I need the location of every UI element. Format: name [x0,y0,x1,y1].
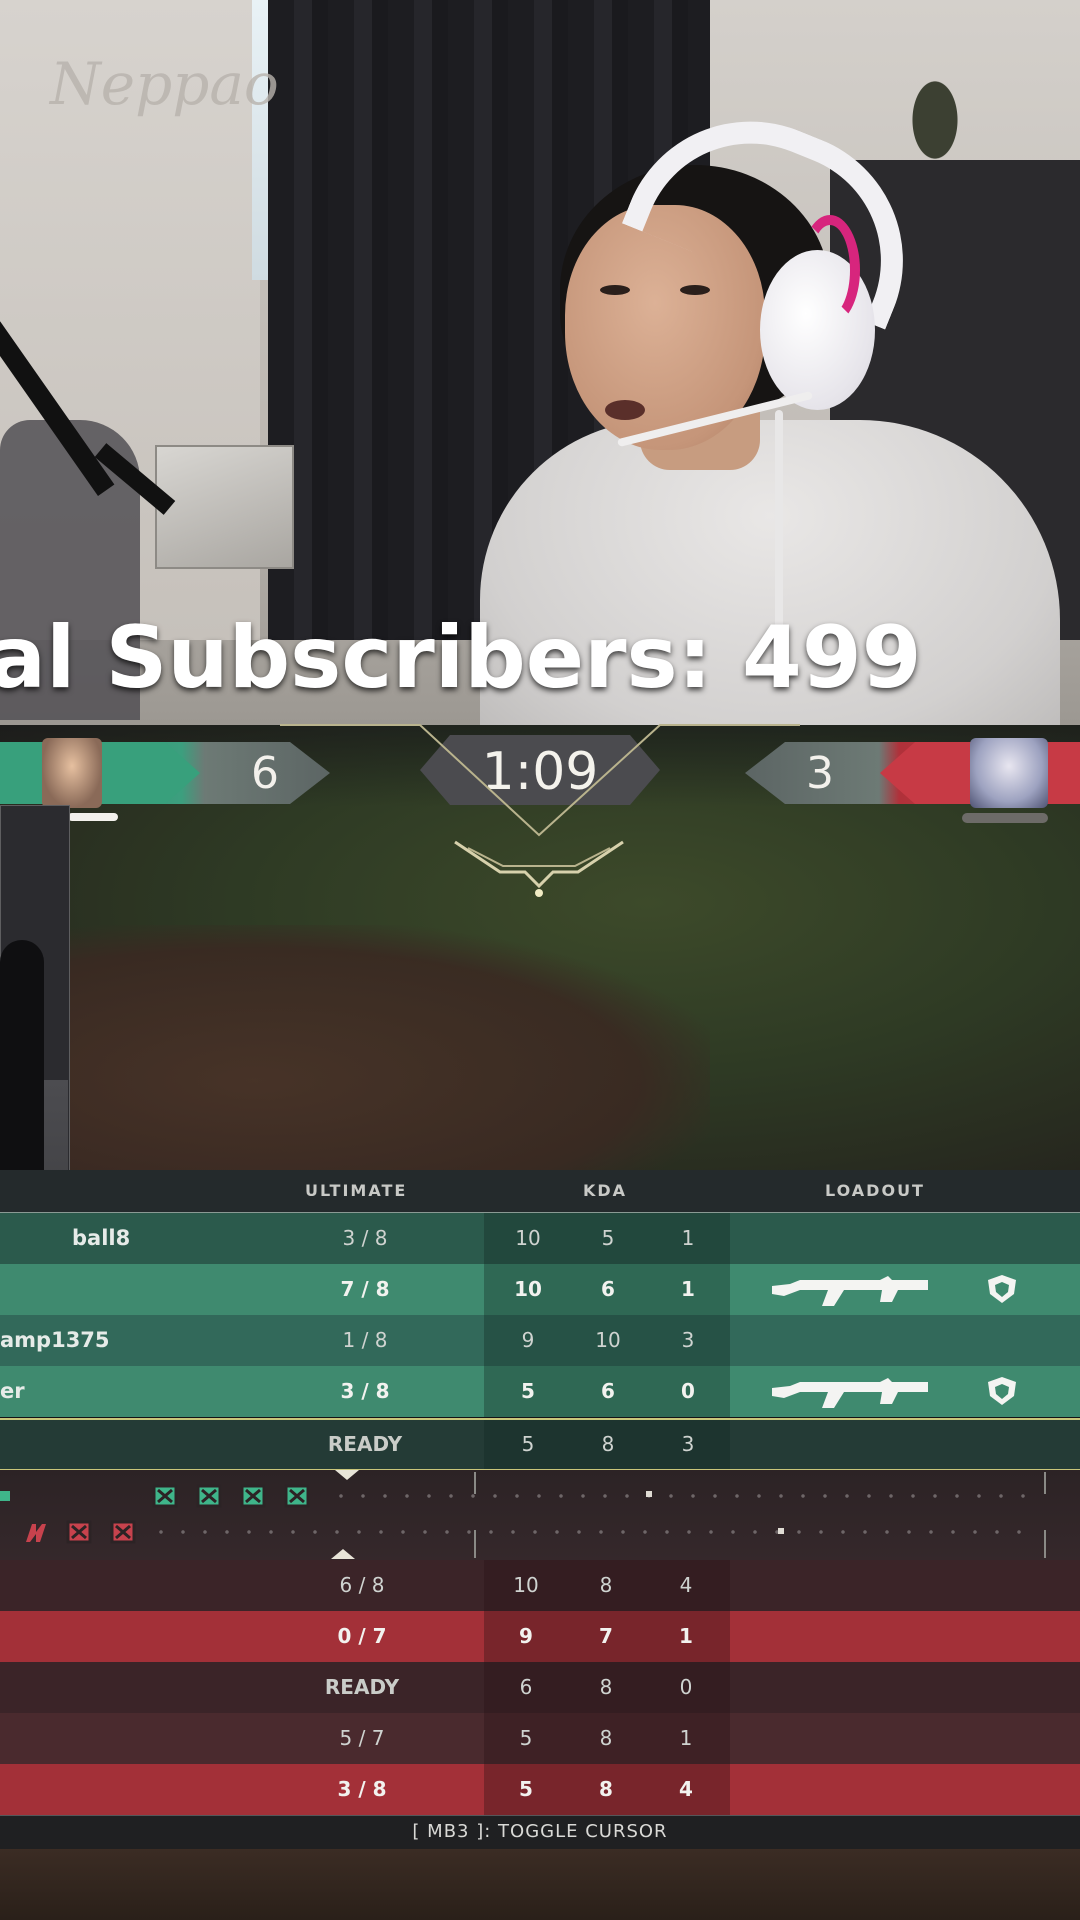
ult-points: READY [324,1675,400,1699]
wall-sign: Neppao [50,50,279,118]
kills: 10 [514,1277,542,1301]
ult-points: 3 / 8 [340,1379,390,1403]
shield-icon [988,1275,1016,1303]
half-divider [474,1530,476,1558]
enemy-row[interactable]: 5 / 7 5 8 1 [0,1713,1080,1764]
crosshair-chevron-icon [280,724,800,897]
box [155,445,294,569]
player-name: er [0,1379,25,1403]
streamer-eye [600,285,630,295]
assists: 3 [681,1328,695,1352]
ally-row[interactable]: er 3 / 8 5 6 0 [0,1366,1080,1417]
ally-row[interactable]: amp1375 1 / 8 9 10 3 [0,1315,1080,1366]
enemy-row[interactable]: 6 / 8 10 8 4 [0,1560,1080,1611]
kills: 5 [521,1432,535,1456]
headset-accent [800,215,860,325]
kills: 5 [519,1777,533,1801]
enemy-row[interactable]: 3 / 8 5 8 4 [0,1764,1080,1815]
assists: 4 [679,1777,693,1801]
subscriber-counter-text: al Subscribers: 499 [0,608,922,708]
rifle-icon [772,1276,928,1306]
deaths: 8 [599,1777,613,1801]
ult-points: 7 / 8 [340,1277,390,1301]
ult-points: 5 / 7 [339,1726,385,1750]
assists: 1 [679,1624,693,1648]
timeline-current-marker [778,1528,784,1534]
dirt-ground [0,925,710,1185]
kills: 10 [513,1573,539,1597]
round-win-icon [0,1491,10,1501]
timeline-marker-icon [331,1549,355,1559]
round-win-icon [152,1484,310,1508]
assists: 1 [679,1726,693,1750]
deaths: 6 [601,1277,615,1301]
ult-points: 6 / 8 [339,1573,385,1597]
streamer-mouth [605,400,645,420]
subscriber-counter: al Subscribers: 499 [0,608,1080,718]
deaths: 6 [601,1379,615,1403]
ally-ult-indicator [68,813,118,821]
deaths: 5 [601,1226,615,1250]
assists: 4 [679,1573,693,1597]
rifle-icon [772,1378,928,1408]
round-loss-icon [26,1520,136,1544]
assists: 3 [681,1432,695,1456]
assists: 0 [679,1675,693,1699]
enemy-score: 3 [806,748,834,799]
half-divider [474,1472,476,1494]
kills: 5 [519,1726,533,1750]
plant [900,60,970,160]
toggle-cursor-hint: [ MB3 ]: TOGGLE CURSOR [412,1821,668,1842]
half-divider [1044,1472,1046,1494]
ult-points: 0 / 7 [337,1624,387,1648]
half-divider [1044,1530,1046,1558]
header-ultimate: ULTIMATE [305,1181,408,1200]
deaths: 8 [599,1573,613,1597]
assists: 0 [681,1379,695,1403]
shield-icon [988,1377,1016,1405]
ally-row[interactable]: READY 5 8 3 [0,1420,1080,1469]
deaths: 10 [595,1328,621,1352]
kills: 9 [519,1624,533,1648]
deaths: 8 [599,1675,613,1699]
streamer-eye [680,285,710,295]
deaths: 8 [599,1726,613,1750]
ult-points: 3 / 8 [337,1777,387,1801]
enemy-agent-portrait [970,738,1048,808]
kills: 9 [521,1328,535,1352]
ally-agent-portrait [42,738,102,808]
ally-row[interactable]: ball8 3 / 8 10 5 1 [0,1213,1080,1264]
ult-points: 1 / 8 [342,1328,388,1352]
kills: 10 [515,1226,541,1250]
kills: 6 [519,1675,533,1699]
assists: 1 [681,1226,695,1250]
enemy-round-wins [22,1520,152,1544]
enemy-row[interactable]: READY 6 8 0 [0,1662,1080,1713]
deaths: 7 [599,1624,613,1648]
deaths: 8 [601,1432,615,1456]
kills: 5 [521,1379,535,1403]
ally-round-wins [152,1484,452,1508]
enemy-row[interactable]: 0 / 7 9 7 1 [0,1611,1080,1662]
player-name: ball8 [72,1226,131,1250]
timeline-current-marker [646,1491,652,1497]
timeline-marker-icon [335,1470,359,1480]
header-loadout: LOADOUT [825,1181,925,1200]
ult-points: 3 / 8 [342,1226,388,1250]
assists: 1 [681,1277,695,1301]
game-floor [0,1849,1080,1920]
enemy-ult-indicator [962,813,1048,823]
timeline-dots [150,1530,1030,1534]
ult-points: READY [327,1432,403,1456]
ally-row[interactable]: 7 / 8 10 6 1 [0,1264,1080,1315]
header-kda: KDA [583,1181,628,1200]
player-name: amp1375 [0,1328,110,1352]
